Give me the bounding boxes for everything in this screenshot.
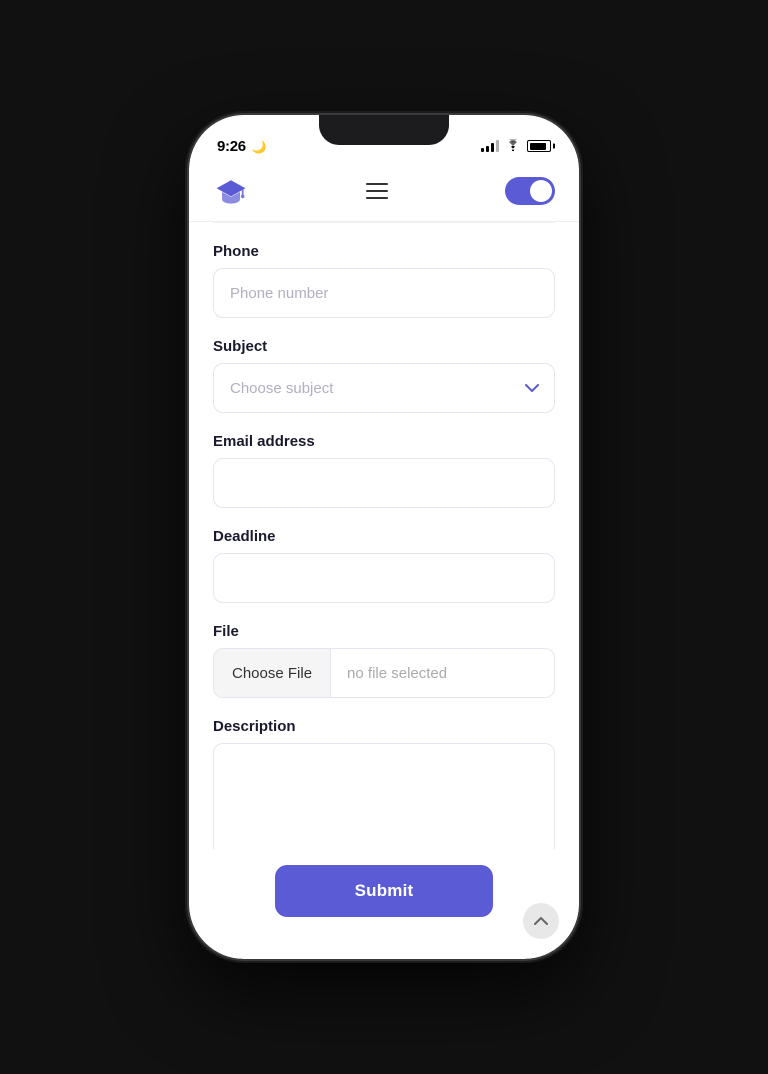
hamburger-menu[interactable] bbox=[366, 183, 388, 199]
logo bbox=[213, 173, 249, 209]
description-textarea[interactable] bbox=[213, 743, 555, 849]
theme-toggle[interactable] bbox=[505, 177, 555, 205]
email-field-group: Email address bbox=[213, 433, 555, 508]
phone-outer: 9:26 🌙 bbox=[189, 115, 579, 959]
email-input[interactable] bbox=[213, 458, 555, 508]
phone-input[interactable] bbox=[213, 268, 555, 318]
description-label: Description bbox=[213, 718, 555, 735]
battery-fill bbox=[530, 143, 546, 150]
status-icons bbox=[481, 139, 551, 154]
phone-label: Phone bbox=[213, 243, 555, 260]
graduation-cap-icon bbox=[213, 173, 249, 209]
signal-bars-icon bbox=[481, 140, 499, 152]
status-time: 9:26 🌙 bbox=[217, 138, 267, 155]
description-field-group: Description bbox=[213, 718, 555, 849]
time-display: 9:26 bbox=[217, 138, 246, 155]
subject-label: Subject bbox=[213, 338, 555, 355]
phone-screen: 9:26 🌙 bbox=[189, 115, 579, 959]
form-content: Phone Subject Choose subject bbox=[189, 223, 579, 849]
email-label: Email address bbox=[213, 433, 555, 450]
moon-icon: 🌙 bbox=[249, 140, 267, 154]
file-field-group: File Choose File no file selected bbox=[213, 623, 555, 698]
scroll-area[interactable]: Phone Subject Choose subject bbox=[189, 223, 579, 959]
status-bar: 9:26 🌙 bbox=[189, 115, 579, 165]
choose-file-button[interactable]: Choose File bbox=[214, 649, 331, 697]
file-name-display: no file selected bbox=[331, 665, 554, 682]
deadline-label: Deadline bbox=[213, 528, 555, 545]
app-header bbox=[189, 165, 579, 222]
battery-icon bbox=[527, 140, 551, 152]
phone-field-group: Phone bbox=[213, 223, 555, 318]
submit-area: Submit bbox=[189, 849, 579, 937]
phone-frame: 9:26 🌙 bbox=[0, 0, 768, 1074]
phone-content: Phone Subject Choose subject bbox=[189, 165, 579, 959]
scroll-top-button[interactable] bbox=[523, 903, 559, 939]
wifi-icon bbox=[505, 139, 521, 154]
subject-field-group: Subject Choose subject bbox=[213, 338, 555, 413]
file-label: File bbox=[213, 623, 555, 640]
notch bbox=[319, 115, 449, 145]
subject-select[interactable]: Choose subject bbox=[213, 363, 555, 413]
deadline-input[interactable] bbox=[213, 553, 555, 603]
subject-select-wrapper: Choose subject bbox=[213, 363, 555, 413]
deadline-field-group: Deadline bbox=[213, 528, 555, 603]
submit-button[interactable]: Submit bbox=[275, 865, 494, 917]
file-input-wrapper: Choose File no file selected bbox=[213, 648, 555, 698]
